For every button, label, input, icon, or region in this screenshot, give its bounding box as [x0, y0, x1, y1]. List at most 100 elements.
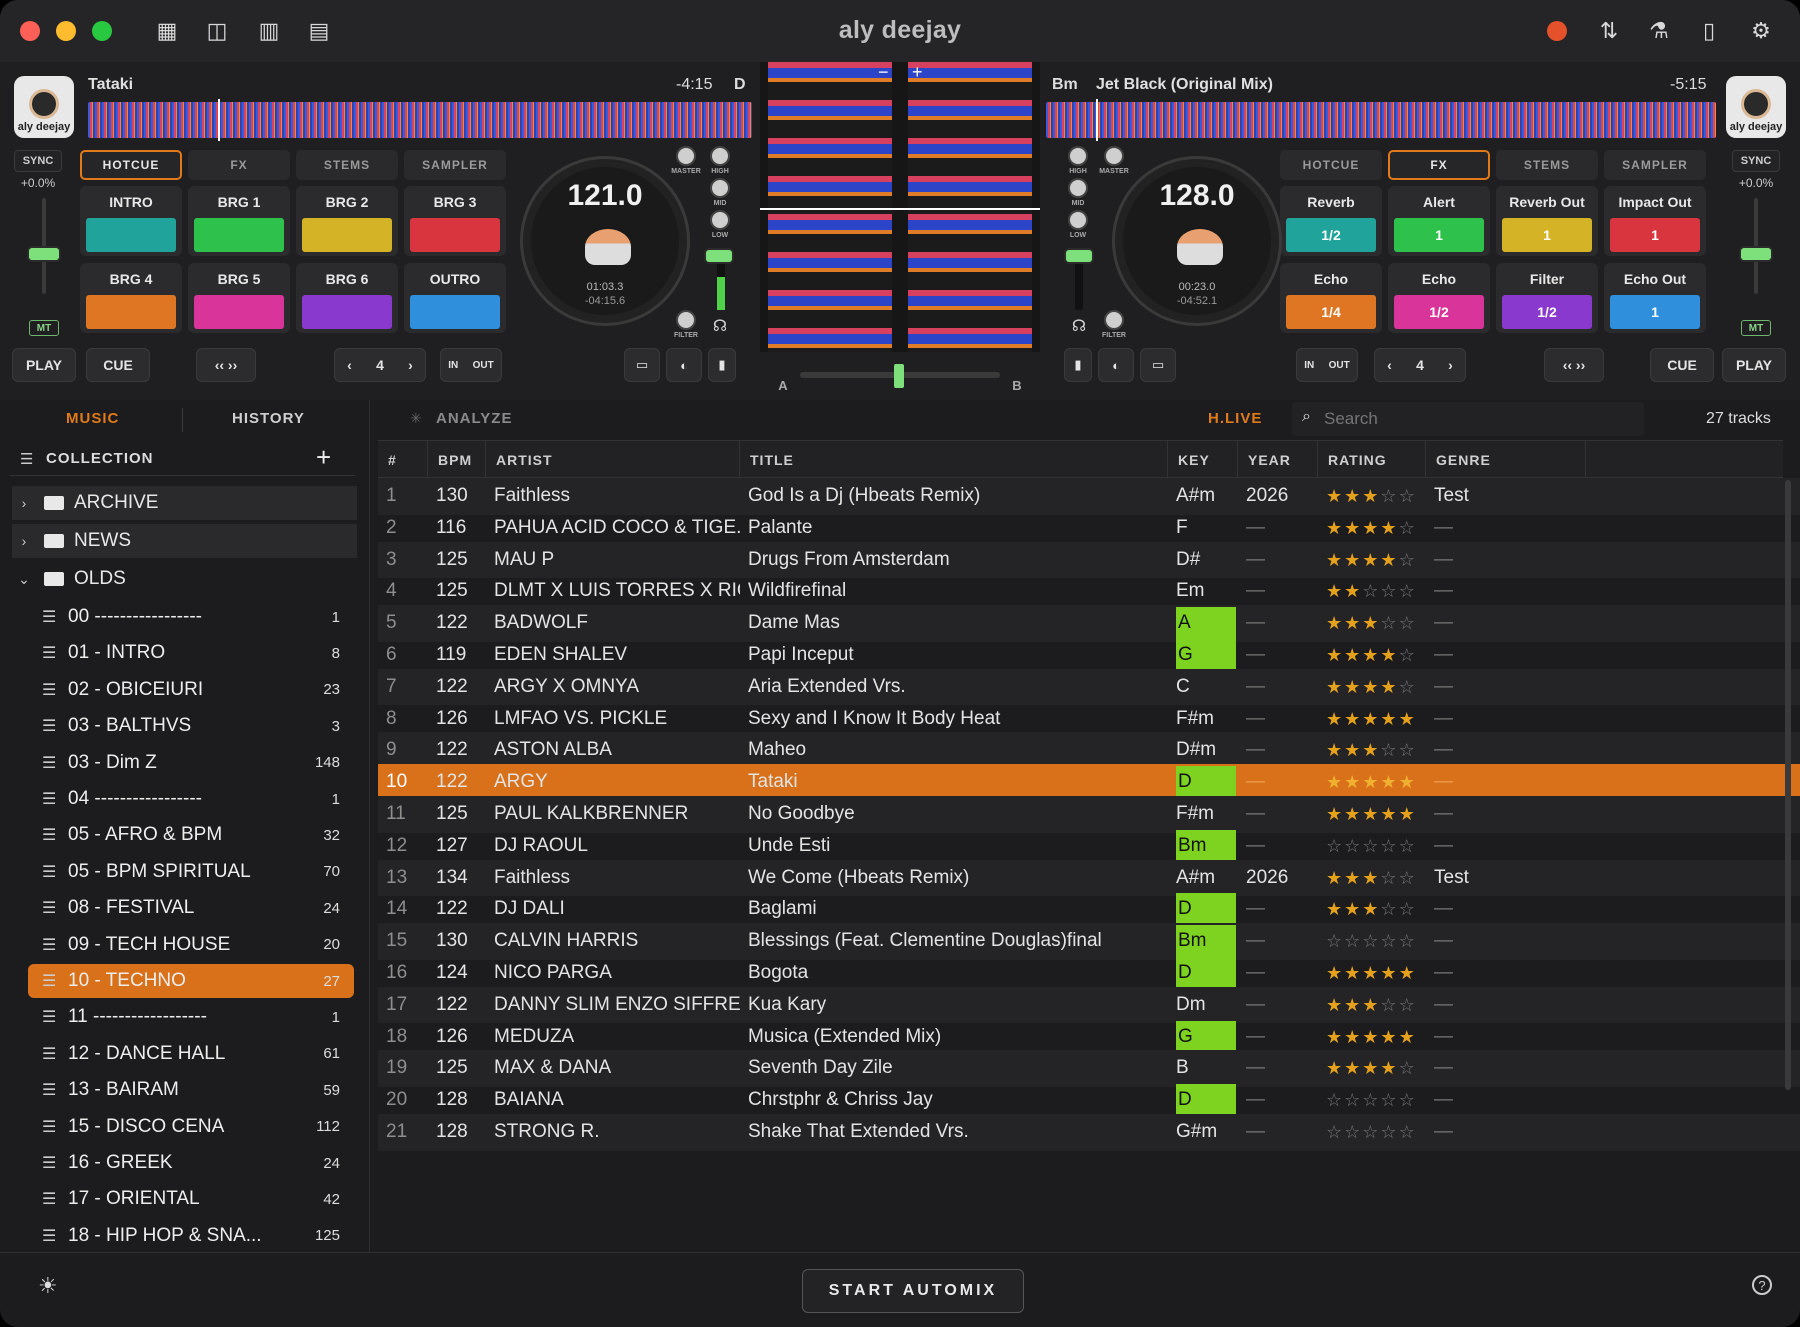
deck-a-pad[interactable]: OUTRO — [404, 263, 506, 333]
column-header-rating[interactable]: RATING — [1318, 441, 1426, 479]
star-icon[interactable]: ★ — [1326, 740, 1344, 760]
deck-b-in-out-control[interactable]: IN OUT — [1296, 348, 1358, 382]
playlist-item[interactable]: ☰ 12 - DANCE HALL 61 — [28, 1037, 354, 1071]
deck-a-fader-icon[interactable]: ▮ — [708, 348, 736, 382]
star-icon[interactable]: ★ — [1326, 486, 1344, 506]
star-icon[interactable]: ★ — [1362, 677, 1380, 697]
chevron-right-icon[interactable]: › — [12, 533, 36, 549]
star-icon[interactable]: ★ — [1344, 677, 1362, 697]
eq-icon[interactable]: ⇅ — [1596, 18, 1622, 44]
brightness-icon[interactable]: ☀ — [38, 1273, 58, 1299]
live-source-button[interactable]: H.LIVE — [1208, 410, 1262, 427]
add-playlist-button[interactable]: + — [316, 442, 331, 473]
deck-a-pad[interactable]: BRG 6 — [296, 263, 398, 333]
star-icon[interactable]: ☆ — [1362, 836, 1380, 856]
star-icon[interactable]: ☆ — [1399, 550, 1417, 570]
star-icon[interactable]: ★ — [1326, 995, 1344, 1015]
star-icon[interactable]: ☆ — [1399, 899, 1417, 919]
star-icon[interactable]: ★ — [1380, 963, 1398, 983]
deck-b-sync-button[interactable]: SYNC — [1732, 150, 1780, 172]
column-header-year[interactable]: YEAR — [1238, 441, 1318, 479]
star-icon[interactable]: ☆ — [1399, 836, 1417, 856]
deck-b-pad[interactable]: Echo 1/4 — [1280, 263, 1382, 333]
playlist-item[interactable]: ☰ 04 ----------------- 1 — [28, 782, 354, 816]
star-icon[interactable]: ☆ — [1326, 1090, 1344, 1110]
deck-b-playhead[interactable] — [1096, 99, 1098, 141]
deck-a-filter-knob[interactable] — [678, 312, 694, 328]
split-layout-icon[interactable]: ▤ — [306, 18, 332, 44]
star-icon[interactable]: ☆ — [1399, 931, 1417, 951]
star-icon[interactable]: ★ — [1344, 899, 1362, 919]
deck-b-loop-out[interactable]: OUT — [1329, 360, 1350, 371]
deck-b-filter-knob[interactable] — [1106, 312, 1122, 328]
playlist-item[interactable]: ☰ 03 - BALTHVS 3 — [28, 709, 354, 743]
star-icon[interactable]: ★ — [1380, 550, 1398, 570]
deck-b-low-knob[interactable] — [1070, 212, 1086, 228]
star-icon[interactable]: ☆ — [1399, 518, 1417, 538]
deck-b-tab-hotcue[interactable]: HOTCUE — [1280, 150, 1382, 180]
star-icon[interactable]: ★ — [1326, 677, 1344, 697]
zoom-window-button[interactable] — [92, 21, 112, 41]
deck-a-loop-next[interactable]: › — [408, 357, 413, 373]
deck-b-loop-control[interactable]: ‹ 4 › — [1374, 348, 1466, 382]
deck-a-play-button[interactable]: PLAY — [12, 348, 76, 382]
pad-swatch[interactable]: 1 — [1502, 218, 1592, 252]
star-icon[interactable]: ★ — [1362, 804, 1380, 824]
star-icon[interactable]: ★ — [1362, 1027, 1380, 1047]
deck-a-sync-button[interactable]: SYNC — [14, 150, 62, 172]
star-icon[interactable]: ☆ — [1326, 931, 1344, 951]
star-icon[interactable]: ★ — [1380, 772, 1398, 792]
star-icon[interactable]: ★ — [1344, 486, 1362, 506]
star-icon[interactable]: ☆ — [1399, 1058, 1417, 1078]
star-icon[interactable]: ☆ — [1399, 645, 1417, 665]
star-icon[interactable]: ★ — [1344, 995, 1362, 1015]
star-icon[interactable]: ★ — [1344, 645, 1362, 665]
star-icon[interactable]: ☆ — [1380, 1090, 1398, 1110]
star-icon[interactable]: ★ — [1362, 1058, 1380, 1078]
deck-b-tab-sampler[interactable]: SAMPLER — [1604, 150, 1706, 180]
star-icon[interactable]: ★ — [1344, 550, 1362, 570]
deck-a-pad[interactable]: BRG 5 — [188, 263, 290, 333]
deck-a-in-out-control[interactable]: IN OUT — [440, 348, 502, 382]
playlist-item[interactable]: ☰ 02 - OBICEIURI 23 — [28, 673, 354, 707]
star-icon[interactable]: ★ — [1362, 963, 1380, 983]
search-input[interactable] — [1324, 406, 1624, 432]
folder-news[interactable]: › NEWS — [12, 524, 357, 558]
star-icon[interactable]: ★ — [1399, 709, 1417, 729]
star-icon[interactable]: ★ — [1326, 550, 1344, 570]
record-icon[interactable] — [1547, 21, 1567, 41]
star-icon[interactable]: ★ — [1399, 772, 1417, 792]
deck-a-mid-knob[interactable] — [712, 180, 728, 196]
star-icon[interactable]: ★ — [1380, 645, 1398, 665]
star-icon[interactable]: ★ — [1326, 518, 1344, 538]
deck-a-pad[interactable]: INTRO — [80, 186, 182, 256]
deck-b-pad[interactable]: Echo 1/2 — [1388, 263, 1490, 333]
star-icon[interactable]: ★ — [1326, 899, 1344, 919]
deck-b-volume-fader[interactable] — [1066, 250, 1092, 262]
zoom-in-icon[interactable]: + — [912, 62, 923, 83]
pad-swatch[interactable] — [410, 295, 500, 329]
deck-a-loop-prev[interactable]: ‹ — [347, 357, 352, 373]
tab-music[interactable]: MUSIC — [66, 410, 119, 427]
deck-a-cue-button[interactable]: CUE — [86, 348, 150, 382]
chevron-right-icon[interactable]: › — [12, 495, 36, 511]
piano-layout-icon[interactable]: ▥ — [256, 18, 282, 44]
deck-a-mt-toggle[interactable]: MT — [29, 320, 59, 336]
deck-a-vertical-waveform[interactable] — [768, 62, 892, 352]
star-icon[interactable]: ☆ — [1399, 868, 1417, 888]
playlist-item[interactable]: ☰ 10 - TECHNO 27 — [28, 964, 354, 998]
column-header-key[interactable]: KEY — [1168, 441, 1238, 479]
deck-a-loop-in[interactable]: IN — [448, 360, 458, 371]
column-header-title[interactable]: TITLE — [740, 441, 1168, 479]
deck-b-pad[interactable]: Reverb 1/2 — [1280, 186, 1382, 256]
deck-a-keyboard-icon[interactable]: ▭ — [624, 348, 660, 382]
star-icon[interactable]: ★ — [1380, 518, 1398, 538]
star-icon[interactable]: ☆ — [1344, 1122, 1362, 1142]
deck-a-tab-stems[interactable]: STEMS — [296, 150, 398, 180]
deck-b-mt-toggle[interactable]: MT — [1741, 320, 1771, 336]
crossfader-handle[interactable] — [894, 364, 904, 388]
deck-b-pad[interactable]: Reverb Out 1 — [1496, 186, 1598, 256]
pad-swatch[interactable]: 1 — [1610, 218, 1700, 252]
deck-b-stems-icon[interactable]: ◐ — [1098, 348, 1134, 382]
star-icon[interactable]: ☆ — [1362, 1122, 1380, 1142]
